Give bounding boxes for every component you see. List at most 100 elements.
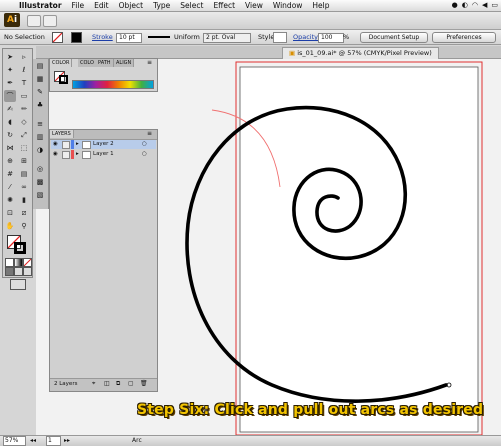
shape-builder-tool-icon[interactable]: ⊕ <box>4 155 16 167</box>
visibility-eye-icon[interactable]: ◉ <box>53 150 58 159</box>
layers-panel-icon[interactable]: ▧ <box>35 190 45 200</box>
expand-triangle-icon[interactable]: ▸ <box>76 150 79 159</box>
profile-value[interactable]: Uniform <box>174 30 200 44</box>
color-stroke-swatch[interactable] <box>59 75 68 84</box>
style-swatch[interactable] <box>273 32 287 43</box>
layer-row[interactable]: ◉ ▸ Layer 2 ○ <box>51 140 156 149</box>
layer-row[interactable]: ◉ ▸ Layer 1 ○ <box>51 150 156 159</box>
document-tab[interactable]: ▣ is_01_09.ai* @ 57% (CMYK/Pixel Preview… <box>282 47 439 59</box>
volume-icon[interactable]: ◀ <box>482 0 487 11</box>
gradient-mode-icon[interactable] <box>14 258 23 267</box>
pen-tool-icon[interactable]: ✒ <box>4 77 16 89</box>
tab-color[interactable]: COLOR <box>50 59 73 67</box>
color-spectrum[interactable] <box>72 80 154 89</box>
battery-icon[interactable]: ▭ <box>491 0 498 11</box>
stroke-swatch[interactable] <box>71 32 82 43</box>
tab-layers[interactable]: LAYERS <box>50 130 74 138</box>
direct-selection-tool-icon[interactable]: ▹ <box>18 51 30 63</box>
menu-help[interactable]: Help <box>307 0 334 11</box>
pencil-tool-icon[interactable]: ✏ <box>18 103 30 115</box>
artboard-tool-icon[interactable]: ⊡ <box>4 207 16 219</box>
screen-mode-icon[interactable] <box>10 279 26 290</box>
tab-pathfinder[interactable]: PATH <box>96 59 114 67</box>
width-tool-icon[interactable]: ⋈ <box>4 142 16 154</box>
transparency-panel-icon[interactable]: ◑ <box>35 145 45 155</box>
type-tool-icon[interactable]: T <box>18 77 30 89</box>
magic-wand-tool-icon[interactable]: ✦ <box>4 64 16 76</box>
fill-swatch[interactable] <box>52 32 63 43</box>
blend-tool-icon[interactable]: ∞ <box>18 181 30 193</box>
menu-app[interactable]: Illustrator <box>14 0 67 11</box>
expand-triangle-icon[interactable]: ▸ <box>76 140 79 149</box>
delete-layer-icon[interactable]: 🗑 <box>140 380 148 387</box>
lasso-tool-icon[interactable]: ℓ <box>18 64 30 76</box>
clipping-mask-icon[interactable]: ◫ <box>104 380 110 387</box>
menu-edit[interactable]: Edit <box>89 0 114 11</box>
lock-toggle[interactable] <box>62 151 70 159</box>
paintbrush-tool-icon[interactable]: ✍ <box>4 103 16 115</box>
layer-name[interactable]: Layer 2 <box>93 140 114 149</box>
target-icon[interactable]: ○ <box>142 150 147 159</box>
stroke-label[interactable]: Stroke <box>92 30 113 44</box>
mesh-tool-icon[interactable]: # <box>4 168 16 180</box>
menu-window[interactable]: Window <box>268 0 308 11</box>
menu-file[interactable]: File <box>67 0 90 11</box>
menu-effect[interactable]: Effect <box>208 0 240 11</box>
brush-definition-field[interactable]: 2 pt. Oval <box>203 33 251 43</box>
selection-tool-icon[interactable]: ➤ <box>4 51 16 63</box>
gradient-tool-icon[interactable]: ▤ <box>18 168 30 180</box>
wifi-icon[interactable]: ◠ <box>472 0 478 11</box>
draw-behind-icon[interactable] <box>14 267 23 276</box>
blob-brush-tool-icon[interactable]: ◖ <box>4 116 16 128</box>
opacity-field[interactable]: 100 <box>318 33 344 43</box>
eyedropper-tool-icon[interactable]: ⁄ <box>4 181 16 193</box>
zoom-tool-icon[interactable]: ⚲ <box>18 220 30 232</box>
color-panel-icon[interactable]: ▤ <box>35 61 45 71</box>
tab-align[interactable]: ALIGN <box>114 59 135 67</box>
opacity-label[interactable]: Opacity <box>293 30 318 44</box>
menu-view[interactable]: View <box>240 0 268 11</box>
column-graph-tool-icon[interactable]: ▮ <box>18 194 30 206</box>
graphic-styles-panel-icon[interactable]: ▩ <box>35 177 45 187</box>
arc-tool-icon[interactable]: ⌒ <box>4 90 16 102</box>
rotate-tool-icon[interactable]: ↻ <box>4 129 16 141</box>
menu-object[interactable]: Object <box>114 0 148 11</box>
bridge-icon[interactable] <box>27 15 41 27</box>
scale-tool-icon[interactable]: ⤢ <box>18 129 30 141</box>
visibility-eye-icon[interactable]: ◉ <box>53 140 58 149</box>
document-setup-button[interactable]: Document Setup <box>360 32 428 43</box>
gradient-panel-icon[interactable]: ▥ <box>35 132 45 142</box>
stroke-panel-icon[interactable]: ≡ <box>35 119 45 129</box>
stroke-weight-field[interactable]: 10 pt <box>116 33 142 43</box>
arrange-documents-icon[interactable] <box>43 15 57 27</box>
none-mode-icon[interactable] <box>23 258 32 267</box>
new-layer-icon[interactable]: ▢ <box>128 380 134 387</box>
appearance-panel-icon[interactable]: ◎ <box>35 164 45 174</box>
eraser-tool-icon[interactable]: ◇ <box>18 116 30 128</box>
layers-menu-icon[interactable]: ≡ <box>147 130 152 137</box>
tab-color-guide[interactable]: COLO <box>78 59 97 67</box>
color-mode-icon[interactable] <box>5 258 14 267</box>
panel-menu-icon[interactable]: ≡ <box>147 59 152 66</box>
draw-normal-icon[interactable] <box>5 267 14 276</box>
preferences-button[interactable]: Preferences <box>432 32 496 43</box>
brushes-panel-icon[interactable]: ✎ <box>35 87 45 97</box>
locate-object-icon[interactable]: ⌖ <box>92 380 95 388</box>
menu-select[interactable]: Select <box>175 0 208 11</box>
symbol-sprayer-tool-icon[interactable]: ✺ <box>4 194 16 206</box>
free-transform-tool-icon[interactable]: ⬚ <box>18 142 30 154</box>
status-icon-2[interactable]: ◐ <box>462 0 468 11</box>
symbols-panel-icon[interactable]: ♣ <box>35 100 45 110</box>
menu-type[interactable]: Type <box>148 0 175 11</box>
target-icon[interactable]: ○ <box>142 140 147 149</box>
hand-tool-icon[interactable]: ✋ <box>4 220 16 232</box>
swatches-panel-icon[interactable]: ▦ <box>35 74 45 84</box>
layer-name[interactable]: Layer 1 <box>93 150 114 159</box>
variable-width-profile-preview[interactable] <box>148 36 170 38</box>
draw-inside-icon[interactable] <box>23 267 32 276</box>
status-icon-1[interactable]: ● <box>452 0 458 11</box>
lock-toggle[interactable] <box>62 141 70 149</box>
slice-tool-icon[interactable]: ⧄ <box>18 207 30 219</box>
stroke-color-swatch[interactable] <box>14 242 26 254</box>
perspective-grid-tool-icon[interactable]: ⊞ <box>18 155 30 167</box>
